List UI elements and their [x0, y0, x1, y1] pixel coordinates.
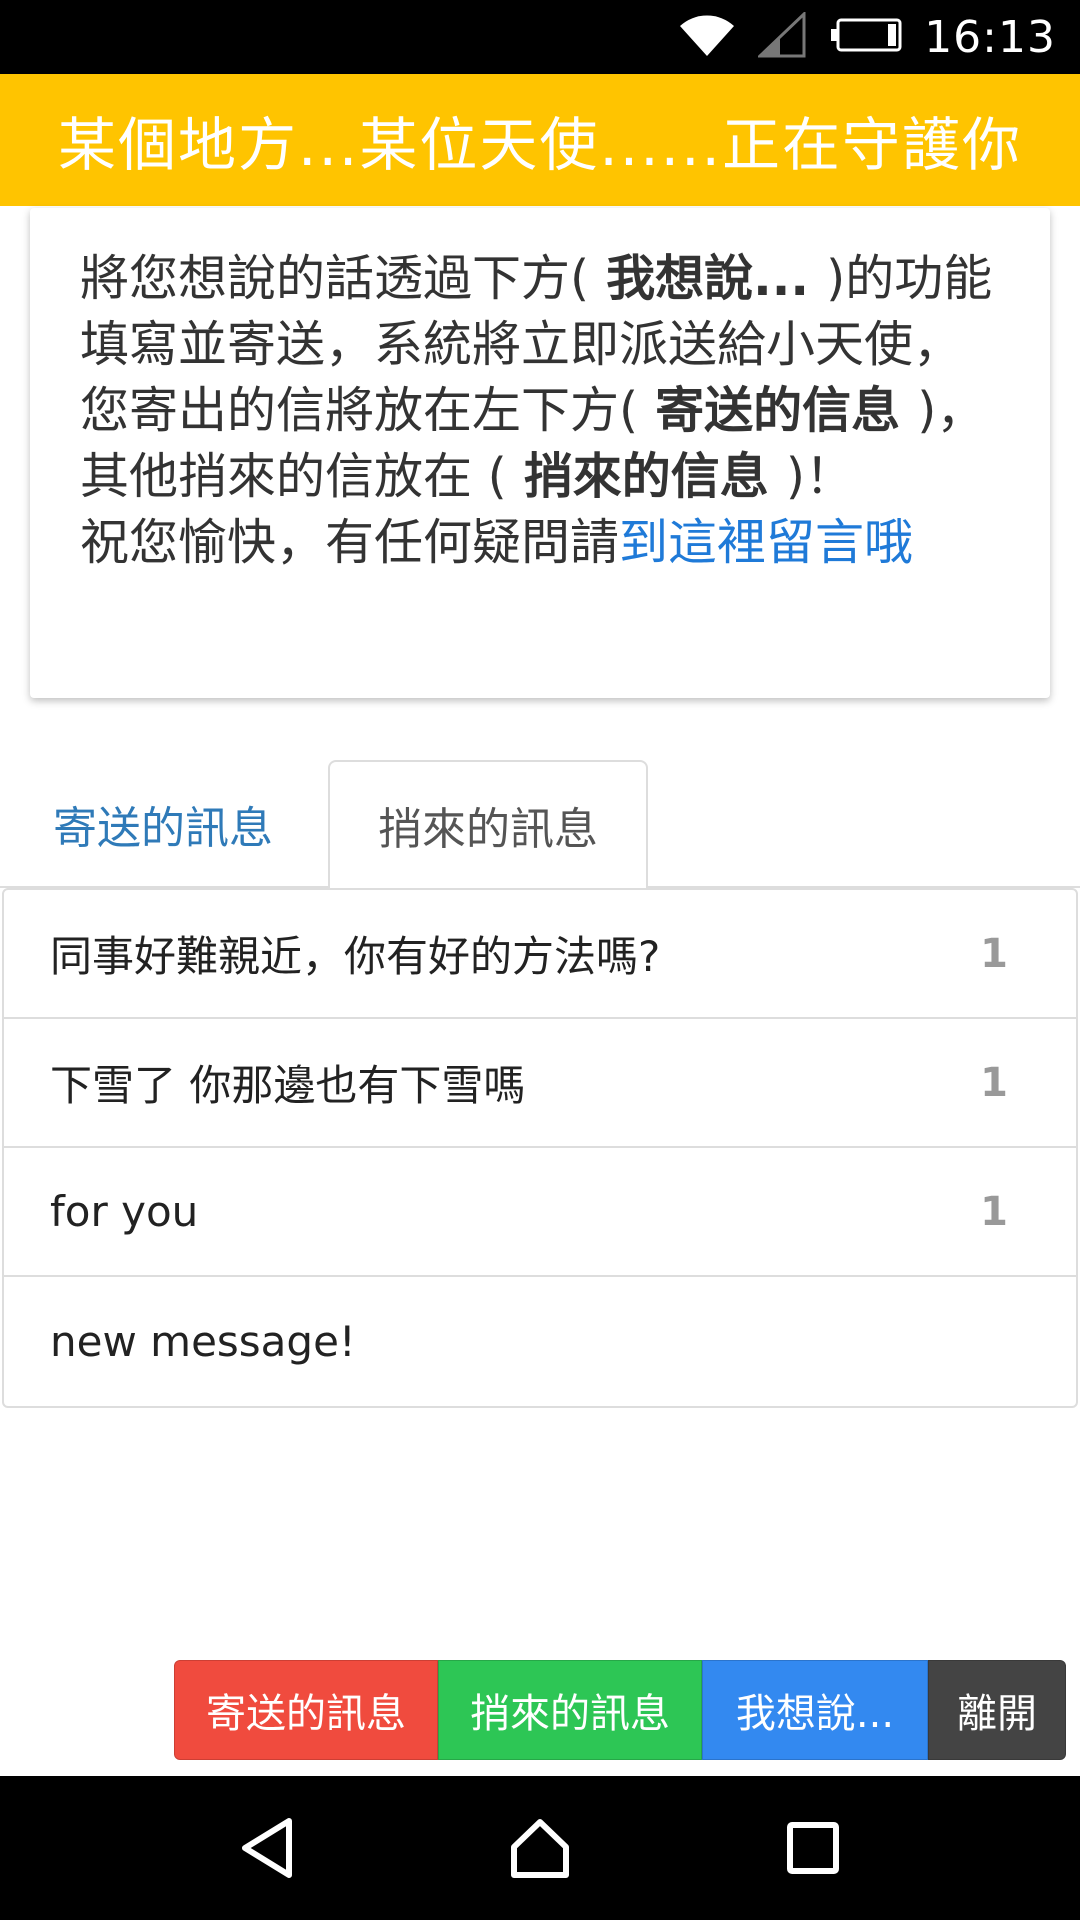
- tab-sent-messages[interactable]: 寄送的訊息: [0, 760, 326, 888]
- message-count-badge: 1: [980, 1059, 1008, 1106]
- app-header: 某個地方...某位天使......正在守護你: [0, 74, 1080, 206]
- message-title: 下雪了 你那邊也有下雪嗎: [50, 1061, 526, 1110]
- recent-apps-icon[interactable]: [768, 1803, 858, 1893]
- intro-line2-prefix: 您寄出的信將放在左下方(: [80, 382, 639, 439]
- list-item[interactable]: for you 1: [4, 1148, 1076, 1277]
- list-item[interactable]: 同事好難親近，你有好的方法嗎? 1: [4, 890, 1076, 1019]
- intro-line1-prefix: 將您想說的話透過下方(: [80, 250, 590, 307]
- header-title: 某個地方...某位天使......正在守護你: [58, 111, 1022, 179]
- home-icon[interactable]: [495, 1803, 585, 1893]
- tab-received-messages[interactable]: 捎來的訊息: [328, 760, 648, 890]
- message-title: 同事好難親近，你有好的方法嗎?: [50, 932, 661, 981]
- leave-button[interactable]: 離開: [928, 1660, 1066, 1760]
- list-item[interactable]: new message!: [4, 1277, 1076, 1406]
- bottom-button-group: 寄送的訊息 捎來的訊息 我想說... 離開: [174, 1660, 1066, 1760]
- navigation-bar: [0, 1776, 1080, 1920]
- message-tabs: 寄送的訊息 捎來的訊息: [0, 760, 1080, 890]
- signal-icon: [756, 10, 808, 62]
- status-icons: 16:13: [678, 0, 1056, 74]
- message-count-badge: 1: [980, 930, 1008, 977]
- wifi-icon: [678, 12, 736, 62]
- message-list: 同事好難親近，你有好的方法嗎? 1 下雪了 你那邊也有下雪嗎 1 for you…: [2, 888, 1078, 1408]
- received-messages-button[interactable]: 捎來的訊息: [438, 1660, 702, 1760]
- intro-line1-bold: 我想說...: [589, 250, 827, 307]
- intro-card: 將您想說的話透過下方( 我想說... )的功能填寫並寄送，系統將立即派送給小天使…: [30, 208, 1050, 698]
- intro-line2-bold: 寄送的信息: [638, 382, 918, 439]
- back-icon[interactable]: [222, 1803, 312, 1893]
- message-title: new message!: [50, 1317, 356, 1366]
- sent-messages-button[interactable]: 寄送的訊息: [174, 1660, 438, 1760]
- message-count-badge: 1: [980, 1188, 1008, 1235]
- intro-line3-prefix: 祝您愉快，有任何疑問請: [80, 514, 620, 571]
- i-want-to-say-button[interactable]: 我想說...: [702, 1660, 928, 1760]
- status-bar: 16:13: [0, 0, 1080, 74]
- leave-comment-link[interactable]: 到這裡留言哦: [619, 514, 913, 571]
- intro-line2-bold2: 捎來的信息: [506, 448, 786, 505]
- list-item[interactable]: 下雪了 你那邊也有下雪嗎 1: [4, 1019, 1076, 1148]
- message-title: for you: [50, 1187, 199, 1236]
- battery-icon: [830, 18, 902, 56]
- intro-line2-suffix: )！: [785, 448, 854, 505]
- status-time: 16:13: [924, 11, 1056, 63]
